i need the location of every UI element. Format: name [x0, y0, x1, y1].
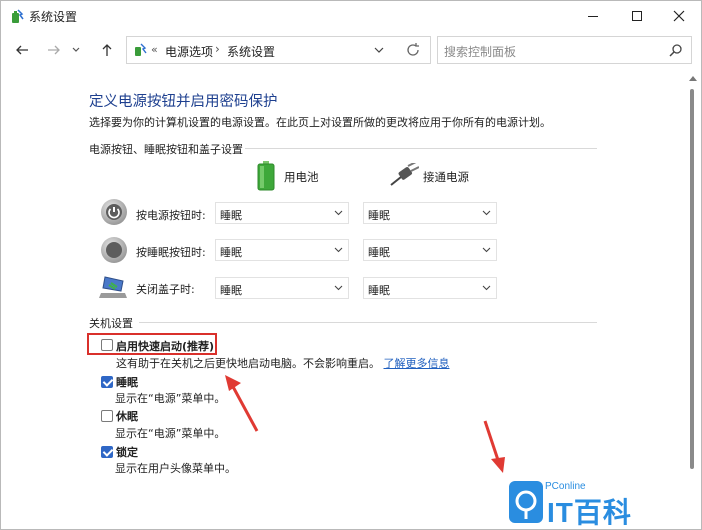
- breadcrumb-power-options[interactable]: 电源选项: [165, 43, 213, 60]
- search-icon: [669, 44, 682, 57]
- minimize-icon: [588, 15, 598, 17]
- select-value: 睡眠: [220, 284, 242, 297]
- title-bar: 系统设置: [1, 1, 701, 31]
- page-description: 选择要为你的计算机设置的电源设置。在此页上对设置所做的更改将应用于你所有的电源计…: [89, 116, 551, 129]
- maximize-icon: [632, 11, 642, 21]
- learn-more-link[interactable]: 了解更多信息: [384, 357, 450, 370]
- sleep-option-description: 显示在“电源”菜单中。: [115, 392, 226, 405]
- hibernate-option-description: 显示在“电源”菜单中。: [115, 427, 226, 440]
- back-arrow-icon: [16, 45, 28, 55]
- sleep-option-label[interactable]: 睡眠: [116, 374, 138, 390]
- select-value: 睡眠: [368, 284, 390, 297]
- watermark-big-text: IT百科: [547, 497, 632, 528]
- window-title: 系统设置: [29, 10, 78, 24]
- search-box[interactable]: 搜索控制面板: [437, 36, 692, 64]
- minimize-button[interactable]: [571, 1, 615, 31]
- hibernate-option-label[interactable]: 休眠: [116, 408, 138, 424]
- control-panel-window: 系统设置 « 电源选项 › 系统设置 搜索控制面板 定义电源按钮并启用密码保护 …: [0, 0, 702, 530]
- column-plugged-in: 接通电源: [423, 170, 469, 184]
- section-divider: [139, 322, 597, 323]
- column-battery: 用电池: [284, 170, 319, 184]
- power-button-plugged-select[interactable]: 睡眠: [363, 202, 497, 224]
- scrollbar-thumb[interactable]: [690, 89, 694, 469]
- lock-checkbox[interactable]: [101, 446, 113, 458]
- maximize-button[interactable]: [615, 1, 659, 31]
- forward-arrow-icon: [48, 45, 60, 55]
- sleep-button-icon: [101, 237, 127, 263]
- breadcrumb-system-settings[interactable]: 系统设置: [227, 43, 275, 60]
- close-button[interactable]: [657, 1, 701, 31]
- close-icon: [673, 10, 685, 22]
- select-value: 睡眠: [368, 209, 390, 222]
- up-arrow-icon: [102, 44, 112, 56]
- chevron-down-icon: [334, 285, 343, 291]
- battery-icon: [257, 161, 275, 191]
- scroll-up-icon[interactable]: [689, 75, 697, 81]
- fast-startup-label[interactable]: 启用快速启动(推荐): [116, 338, 214, 354]
- chevron-down-icon: [334, 210, 343, 216]
- annotation-arrow-up: [225, 375, 259, 432]
- chevron-down-icon: [72, 47, 80, 52]
- power-section-title: 电源按钮、睡眠按钮和盖子设置: [89, 143, 243, 156]
- up-button[interactable]: [96, 40, 118, 60]
- address-bar[interactable]: « 电源选项 › 系统设置: [126, 36, 431, 64]
- power-options-icon: [135, 43, 147, 56]
- chevron-down-icon: [482, 247, 491, 253]
- power-button-label: 按电源按钮时:: [136, 209, 206, 222]
- fast-startup-desc-text: 这有助于在关机之后更快地启动电脑。不会影响重启。: [116, 357, 380, 370]
- power-button-icon: [101, 199, 127, 225]
- chevron-down-icon: [482, 210, 491, 216]
- power-plug-icon: [390, 163, 419, 186]
- page-title: 定义电源按钮并启用密码保护: [89, 94, 278, 110]
- breadcrumb-separator: ›: [215, 42, 220, 56]
- power-button-battery-select[interactable]: 睡眠: [215, 202, 349, 224]
- hibernate-checkbox[interactable]: [101, 410, 113, 422]
- navigation-bar: « 电源选项 › 系统设置 搜索控制面板: [1, 31, 701, 69]
- chevron-down-icon: [482, 285, 491, 291]
- lid-close-label: 关闭盖子时:: [136, 283, 195, 296]
- sleep-checkbox[interactable]: [101, 376, 113, 388]
- annotation-arrow-down: [483, 420, 505, 473]
- select-value: 睡眠: [368, 246, 390, 259]
- lock-option-label[interactable]: 锁定: [116, 444, 138, 460]
- recent-locations-button[interactable]: [69, 40, 83, 60]
- search-placeholder: 搜索控制面板: [444, 45, 517, 59]
- refresh-icon[interactable]: [405, 41, 421, 59]
- breadcrumb-overflow[interactable]: «: [151, 43, 158, 56]
- lid-close-plugged-select[interactable]: 睡眠: [363, 277, 497, 299]
- watermark-logo-icon: [509, 481, 543, 523]
- lock-option-description: 显示在用户头像菜单中。: [115, 462, 236, 475]
- select-value: 睡眠: [220, 246, 242, 259]
- sleep-button-plugged-select[interactable]: 睡眠: [363, 239, 497, 261]
- laptop-lid-icon: [99, 276, 127, 298]
- select-value: 睡眠: [220, 209, 242, 222]
- sleep-button-battery-select[interactable]: 睡眠: [215, 239, 349, 261]
- chevron-down-icon: [334, 247, 343, 253]
- power-options-app-icon: [12, 9, 24, 23]
- shutdown-section-title: 关机设置: [89, 317, 133, 330]
- sleep-button-label: 按睡眠按钮时:: [136, 246, 206, 259]
- address-dropdown-icon[interactable]: [374, 43, 384, 57]
- fast-startup-checkbox[interactable]: [101, 339, 113, 351]
- section-divider: [245, 148, 597, 149]
- vertical-scrollbar[interactable]: [687, 71, 699, 529]
- back-button[interactable]: [11, 40, 33, 60]
- fast-startup-description: 这有助于在关机之后更快地启动电脑。不会影响重启。 了解更多信息: [116, 355, 450, 371]
- watermark: PConline IT百科: [437, 473, 701, 529]
- lid-close-battery-select[interactable]: 睡眠: [215, 277, 349, 299]
- forward-button[interactable]: [43, 40, 65, 60]
